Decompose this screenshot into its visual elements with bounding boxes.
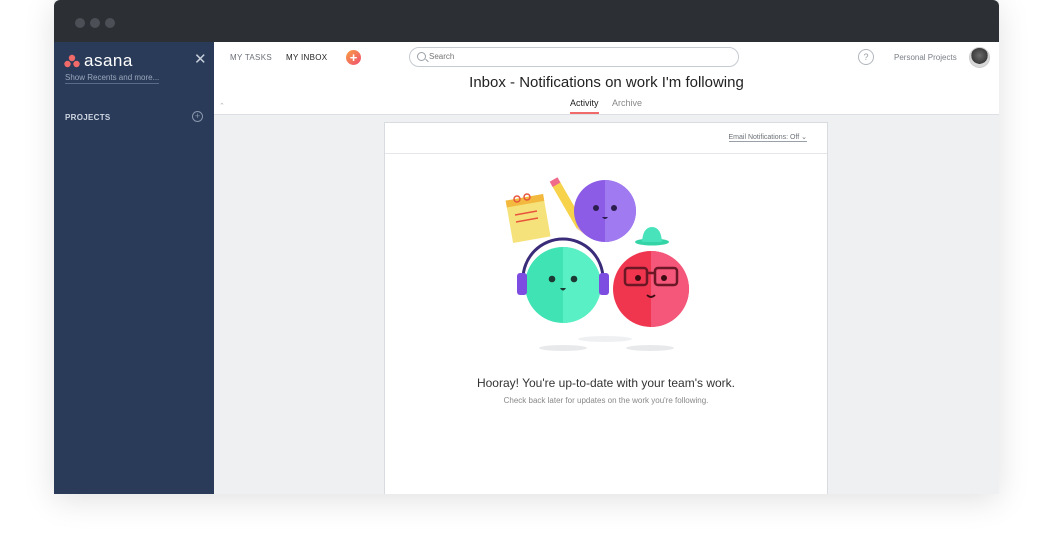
email-notifications-dropdown[interactable]: Email Notifications: Off ⌄ (728, 133, 807, 142)
window-titlebar (54, 0, 999, 42)
empty-state-subtext: Check back later for updates on the work… (503, 396, 709, 405)
page-title: Inbox - Notifications on work I'm follow… (469, 74, 744, 91)
asana-logo-icon (64, 54, 80, 68)
tab-my-tasks[interactable]: MY TASKS (230, 53, 272, 62)
logo-text: asana (84, 51, 133, 70)
collapse-icon[interactable]: ⌃ (219, 102, 225, 110)
show-recents-link[interactable]: Show Recents and more... (65, 73, 160, 84)
inbox-card: Email Notifications: Off ⌄ Hooray! You'r… (384, 122, 828, 494)
red-character (613, 251, 689, 327)
card-toolbar: Email Notifications: Off ⌄ (385, 123, 827, 154)
shadow-center (578, 336, 632, 342)
tab-activity[interactable]: Activity (570, 98, 599, 114)
asana-logo[interactable]: asana (64, 51, 133, 71)
add-project-icon[interactable]: + (192, 111, 203, 122)
page-header: ⌃ Inbox - Notifications on work I'm foll… (214, 72, 999, 115)
help-icon[interactable]: ? (858, 49, 874, 65)
user-avatar[interactable] (969, 47, 990, 68)
topbar: MY TASKS MY INBOX + ? Personal Projects (214, 42, 999, 72)
notepad-icon (505, 193, 551, 243)
search-icon (417, 52, 426, 61)
projects-label: PROJECTS (65, 113, 111, 122)
teal-character (517, 237, 609, 323)
window-dot[interactable] (90, 18, 100, 28)
app-window: asana ✕ Show Recents and more... PROJECT… (54, 0, 999, 494)
empty-inbox-illustration (505, 177, 689, 351)
empty-state-heading: Hooray! You're up-to-date with your team… (476, 376, 736, 390)
search-bar[interactable] (409, 47, 739, 67)
workspace-name[interactable]: Personal Projects (894, 53, 957, 62)
search-input[interactable] (429, 52, 719, 61)
quick-add-button[interactable]: + (346, 50, 361, 65)
tab-my-inbox[interactable]: MY INBOX (286, 53, 327, 62)
tab-archive[interactable]: Archive (612, 98, 642, 108)
window-dot[interactable] (105, 18, 115, 28)
shadow-right (626, 345, 674, 351)
sidebar: asana ✕ Show Recents and more... PROJECT… (54, 42, 214, 494)
close-icon[interactable]: ✕ (194, 50, 207, 68)
shadow-left (539, 345, 587, 351)
purple-character (574, 180, 636, 242)
window-dot[interactable] (75, 18, 85, 28)
hat-icon (635, 227, 669, 246)
